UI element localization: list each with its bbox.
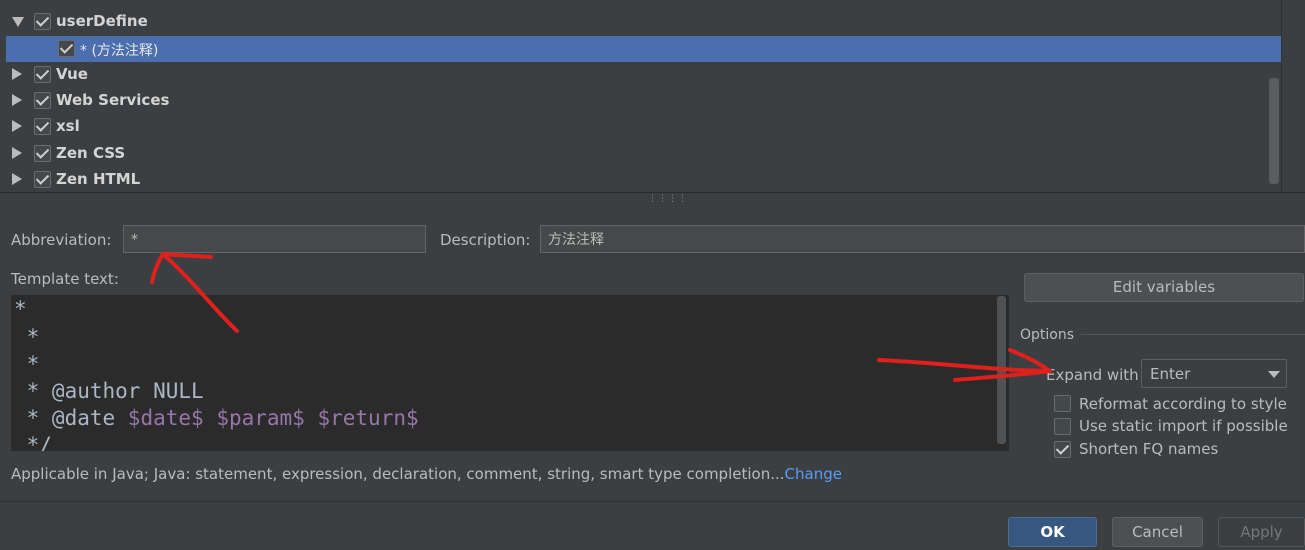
options-divider [1081,334,1305,335]
tree-group-web-services[interactable]: Web Services [6,88,1281,114]
group-checkbox[interactable] [34,92,51,109]
abbreviation-label: Abbreviation: [11,231,112,249]
applicable-text: Applicable in Java; Java: statement, exp… [11,465,785,483]
tree-group-label: userDefine [56,12,148,30]
expand-with-value: Enter [1150,365,1191,383]
template-text-label: Template text: [11,270,119,288]
live-template-tree[interactable]: userDefine * (方法注释) Vue Web Services xsl… [0,0,1283,192]
tree-group-label: Vue [56,65,88,83]
tree-group-label: xsl [56,117,80,135]
reformat-checkbox[interactable] [1054,395,1071,412]
options-title: Options [1020,327,1075,343]
tree-group-xsl[interactable]: xsl [6,114,1281,140]
splitter-grip-icon[interactable]: ⋮⋮⋮⋮ [648,194,688,204]
expand-down-icon[interactable] [12,17,24,27]
tree-group-label: Zen CSS [56,144,126,162]
expand-with-label: Expand with [1046,366,1139,384]
static-import-checkbox[interactable] [1054,418,1071,435]
group-checkbox[interactable] [34,171,51,188]
edit-variables-button[interactable]: Edit variables [1024,273,1304,302]
tree-group-zen-css[interactable]: Zen CSS [6,141,1281,167]
editor-line: * [14,352,40,376]
tree-group-zen-html[interactable]: Zen HTML [6,167,1281,192]
apply-button[interactable]: Apply [1218,517,1305,547]
template-text-editor[interactable]: * * * * @author NULL * @date $date$ $par… [11,295,1009,451]
reformat-label[interactable]: Reformat according to style [1079,395,1287,413]
template-variable: $date$ [127,406,204,430]
expand-right-icon[interactable] [12,120,22,132]
shorten-fq-checkbox[interactable] [1054,441,1071,458]
chevron-down-icon [1268,371,1280,378]
tree-scrollbar-thumb[interactable] [1269,78,1279,184]
template-variable: $return$ [317,406,419,430]
editor-scrollbar[interactable] [997,296,1006,444]
editor-line: * [14,297,27,321]
editor-line: * [14,325,40,349]
ok-button[interactable]: OK [1008,517,1097,547]
change-link[interactable]: Change [785,465,842,483]
group-checkbox[interactable] [34,118,51,135]
group-checkbox[interactable] [34,13,51,30]
cancel-button[interactable]: Cancel [1112,517,1203,547]
description-input[interactable]: 方法注释 [540,225,1305,253]
editor-line: * @author NULL [14,379,204,403]
editor-text: * @date [14,406,128,430]
description-label: Description: [440,231,531,249]
tree-group-label: Zen HTML [56,170,141,188]
editor-line: * @date $date$ $param$ $return$ [14,406,419,430]
static-import-label[interactable]: Use static import if possible [1079,417,1288,435]
expand-right-icon[interactable] [12,173,22,185]
expand-right-icon[interactable] [12,94,22,106]
splitter-line [0,192,1305,193]
abbreviation-input[interactable]: * [123,225,426,253]
expand-right-icon[interactable] [12,68,22,80]
group-checkbox[interactable] [34,66,51,83]
tree-item-selected-template[interactable]: * (方法注释) [6,36,1281,62]
group-checkbox[interactable] [34,145,51,162]
tree-group-userdefine[interactable]: userDefine [6,9,1281,35]
shorten-fq-label[interactable]: Shorten FQ names [1079,440,1218,458]
template-checkbox[interactable] [58,40,75,57]
tree-group-label: Web Services [56,91,170,109]
editor-line: */ [14,433,52,451]
applicable-contexts: Applicable in Java; Java: statement, exp… [11,465,842,483]
tree-group-vue[interactable]: Vue [6,62,1281,88]
tree-scrollbar-track[interactable] [1281,0,1305,192]
expand-with-select[interactable]: Enter [1141,359,1287,388]
tree-item-label: * (方法注释) [80,43,159,59]
expand-right-icon[interactable] [12,147,22,159]
template-variable: $param$ [216,406,305,430]
footer-divider [0,501,1305,502]
